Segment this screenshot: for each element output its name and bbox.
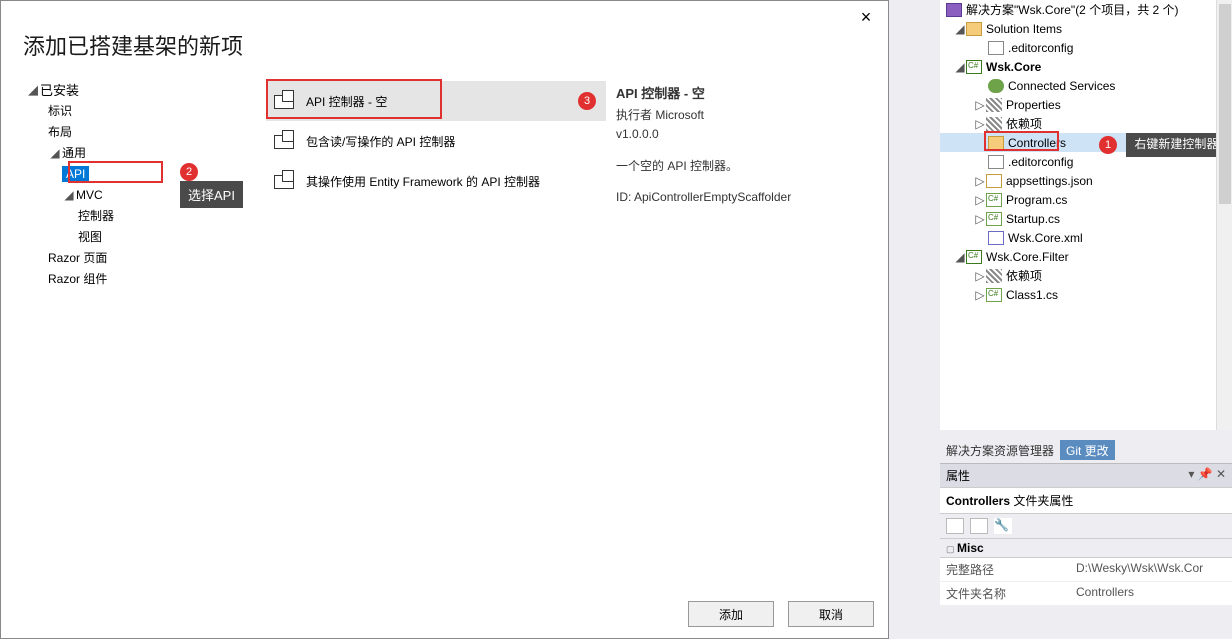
chevron-right-icon: ▷: [974, 212, 986, 226]
properties-grid: Misc 完整路径 D:\Wesky\Wsk\Wsk.Cor 文件夹名称 Con…: [940, 539, 1232, 606]
references-icon: [986, 269, 1002, 283]
categorize-icon[interactable]: [946, 518, 964, 534]
solution-icon: [946, 3, 962, 17]
cs-icon: [986, 193, 1002, 207]
sln-deps2[interactable]: ▷ 依赖项: [940, 266, 1232, 285]
highlight-box: [984, 131, 1059, 151]
nav-api[interactable]: API 2 选择API: [26, 163, 266, 184]
sln-proj-filter[interactable]: ◢ Wsk.Core.Filter: [940, 247, 1232, 266]
alphabetical-icon[interactable]: [970, 518, 988, 534]
highlight-box: [266, 79, 442, 119]
sln-appsettings[interactable]: ▷ appsettings.json: [940, 171, 1232, 190]
controller-icon: [274, 131, 294, 151]
sln-class1[interactable]: ▷ Class1.cs: [940, 285, 1232, 304]
dialog-title: 添加已搭建基架的新项: [1, 1, 888, 79]
properties-toolbar: 🔧: [940, 513, 1232, 539]
detail-version: v1.0.0.0: [616, 127, 866, 141]
chevron-right-icon: ▷: [974, 117, 986, 131]
nav-layout[interactable]: 布局: [26, 121, 266, 142]
chevron-down-icon: ◢: [954, 60, 966, 74]
detail-title: API 控制器 - 空: [616, 83, 866, 102]
detail-id: ID: ApiControllerEmptyScaffolder: [616, 190, 866, 204]
props-row-fullpath[interactable]: 完整路径 D:\Wesky\Wsk\Wsk.Cor: [940, 558, 1232, 582]
properties-subject: Controllers 文件夹属性: [940, 487, 1232, 513]
wrench-icon[interactable]: 🔧: [994, 518, 1012, 534]
add-button[interactable]: 添加: [688, 601, 774, 627]
properties-icon: [986, 98, 1002, 112]
nav-razor-page[interactable]: Razor 页面: [26, 247, 266, 268]
chevron-down-icon: ◢: [954, 250, 966, 264]
scaffold-list: API 控制器 - 空 3 包含读/写操作的 API 控制器 其操作使用 Ent…: [266, 79, 606, 579]
annotation-badge-1: 1: [1099, 136, 1117, 154]
file-icon: [988, 41, 1004, 55]
tab-git-changes[interactable]: Git 更改: [1060, 440, 1115, 460]
connected-services-icon: [988, 79, 1004, 93]
solution-explorer: 解决方案"Wsk.Core"(2 个项目，共 2 个) ◢ Solution I…: [940, 0, 1232, 430]
cs-icon: [986, 288, 1002, 302]
chevron-right-icon: ▷: [974, 269, 986, 283]
chevron-down-icon: ◢: [48, 146, 62, 160]
annotation-badge-2: 2: [180, 163, 198, 181]
sln-tabs: 解决方案资源管理器 Git 更改: [940, 440, 1232, 460]
cs-icon: [986, 212, 1002, 226]
tab-solution-explorer[interactable]: 解决方案资源管理器: [940, 440, 1060, 460]
chevron-down-icon: ◢: [954, 22, 966, 36]
folder-icon: [966, 22, 982, 36]
props-row-foldername[interactable]: 文件夹名称 Controllers: [940, 582, 1232, 606]
chevron-down-icon: ◢: [62, 188, 76, 202]
file-icon: [988, 155, 1004, 169]
sln-controllers[interactable]: Controllers 1 右键新建控制器: [940, 133, 1232, 152]
scaffold-dialog: × 添加已搭建基架的新项 ◢ 已安装 标识 布局 ◢ 通用 API 2 选择AP…: [0, 0, 889, 639]
list-item-api-ef[interactable]: 其操作使用 Entity Framework 的 API 控制器: [266, 161, 606, 201]
chevron-down-icon: ◢: [26, 82, 40, 98]
json-icon: [986, 174, 1002, 188]
nav-tree: ◢ 已安装 标识 布局 ◢ 通用 API 2 选择API ◢ MVC 控制器: [1, 79, 266, 579]
sln-startup[interactable]: ▷ Startup.cs: [940, 209, 1232, 228]
highlight-box: [68, 161, 163, 183]
props-category[interactable]: Misc: [940, 539, 1232, 558]
list-item-api-rw[interactable]: 包含读/写操作的 API 控制器: [266, 121, 606, 161]
sln-proj-wskcore[interactable]: ◢ Wsk.Core: [940, 57, 1232, 76]
scrollbar[interactable]: [1216, 0, 1232, 430]
nav-common[interactable]: ◢ 通用: [26, 142, 266, 163]
nav-identity[interactable]: 标识: [26, 100, 266, 121]
properties-pane: 属性 ▾ 📌 ✕ Controllers 文件夹属性 🔧 Misc 完整路径 D…: [940, 463, 1232, 606]
detail-pane: API 控制器 - 空 执行者 Microsoft v1.0.0.0 一个空的 …: [606, 79, 876, 579]
pin-icon[interactable]: ▾ 📌 ✕: [1188, 467, 1226, 484]
sln-editorconfig[interactable]: .editorconfig: [940, 38, 1232, 57]
csproj-icon: [966, 60, 982, 74]
sln-properties[interactable]: ▷ Properties: [940, 95, 1232, 114]
nav-controller[interactable]: 控制器: [26, 205, 266, 226]
detail-author: 执行者 Microsoft: [616, 106, 866, 123]
chevron-right-icon: ▷: [974, 174, 986, 188]
annotation-tooltip-1: 右键新建控制器: [1126, 133, 1226, 157]
detail-desc: 一个空的 API 控制器。: [616, 157, 866, 174]
nav-installed[interactable]: ◢ 已安装: [26, 79, 266, 100]
properties-header: 属性 ▾ 📌 ✕: [940, 464, 1232, 487]
controller-icon: [274, 171, 294, 191]
nav-view[interactable]: 视图: [26, 226, 266, 247]
chevron-right-icon: ▷: [974, 193, 986, 207]
nav-razor-component[interactable]: Razor 组件: [26, 268, 266, 289]
references-icon: [986, 117, 1002, 131]
annotation-tooltip-2: 选择API: [180, 181, 243, 208]
sln-program[interactable]: ▷ Program.cs: [940, 190, 1232, 209]
xml-icon: [988, 231, 1004, 245]
sln-root[interactable]: 解决方案"Wsk.Core"(2 个项目，共 2 个): [940, 0, 1232, 19]
csproj-icon: [966, 250, 982, 264]
dialog-footer: 添加 取消: [688, 590, 888, 638]
list-item-api-empty[interactable]: API 控制器 - 空 3: [266, 81, 606, 121]
cancel-button[interactable]: 取消: [788, 601, 874, 627]
sln-wskxml[interactable]: Wsk.Core.xml: [940, 228, 1232, 247]
chevron-right-icon: ▷: [974, 98, 986, 112]
sln-connected-services[interactable]: Connected Services: [940, 76, 1232, 95]
annotation-badge-3: 3: [578, 92, 596, 110]
close-icon[interactable]: ×: [854, 7, 878, 28]
chevron-right-icon: ▷: [974, 288, 986, 302]
sln-solution-items[interactable]: ◢ Solution Items: [940, 19, 1232, 38]
